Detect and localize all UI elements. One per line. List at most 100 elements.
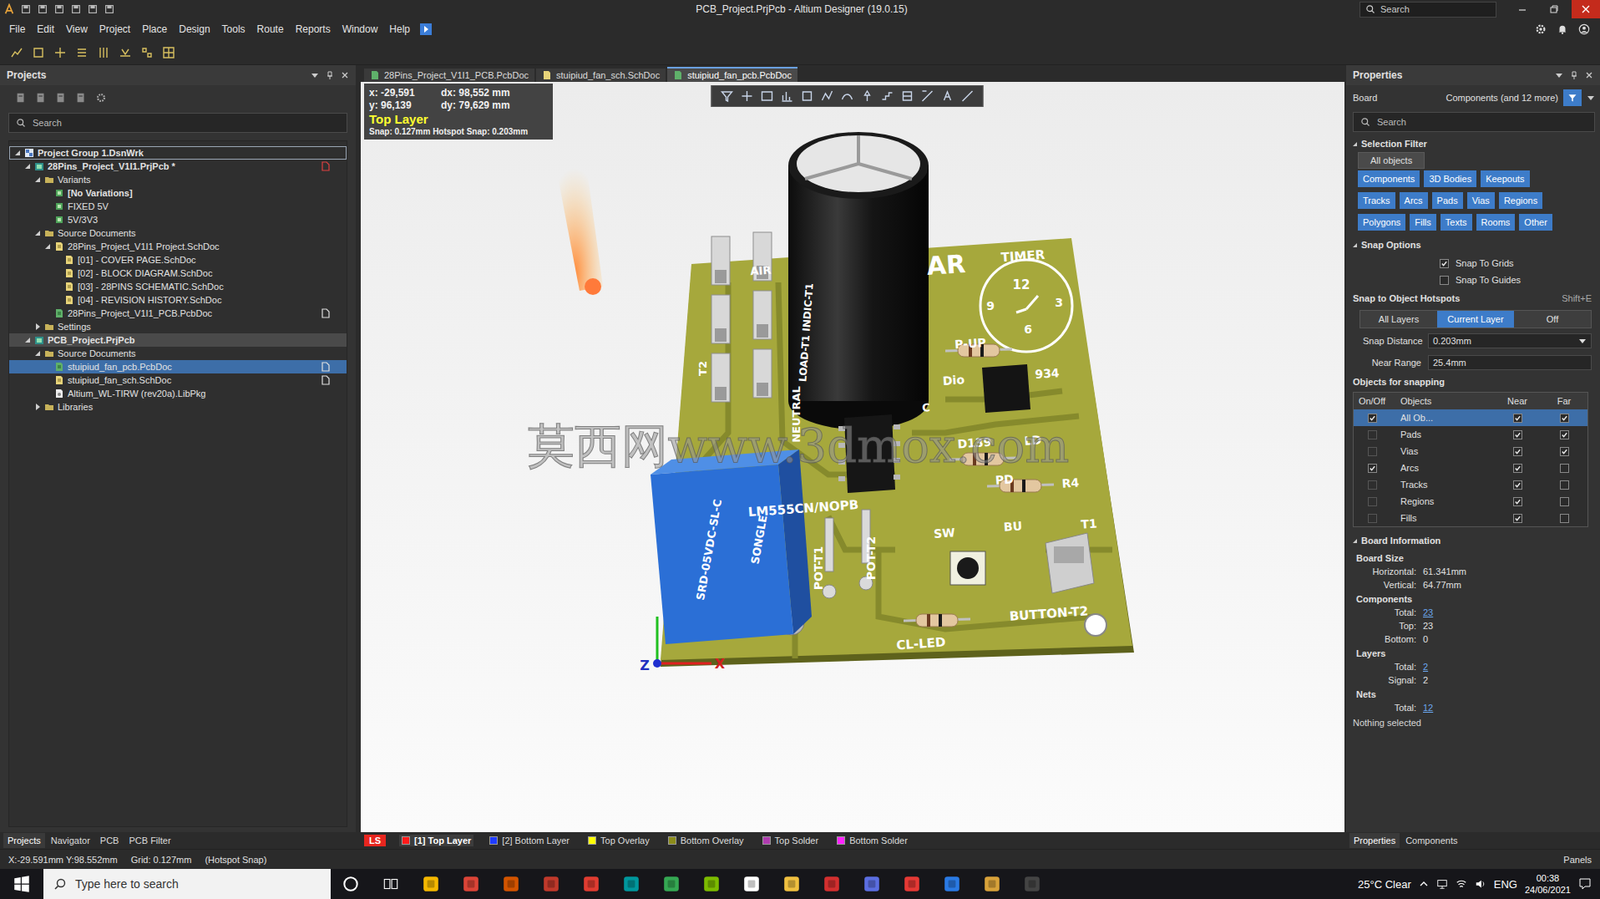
far-checkbox[interactable] <box>1559 413 1570 423</box>
quick-access-icon[interactable] <box>36 3 49 16</box>
far-checkbox[interactable] <box>1559 446 1570 456</box>
expand-toggle[interactable] <box>14 149 21 157</box>
toolbar-icon[interactable] <box>53 45 67 60</box>
active-bar-icon[interactable] <box>880 89 894 103</box>
bell-icon[interactable] <box>1556 23 1569 36</box>
near-checkbox[interactable] <box>1513 513 1523 523</box>
run-icon[interactable] <box>419 22 433 36</box>
expand-toggle[interactable] <box>24 162 31 170</box>
active-bar-icon[interactable] <box>800 89 814 103</box>
document-tab[interactable]: stuipiud_fan_sch.SchDoc <box>536 68 666 82</box>
tray-arrow-icon[interactable] <box>1418 878 1429 889</box>
expand-toggle[interactable] <box>44 216 51 223</box>
active-bar-icon[interactable] <box>900 89 914 103</box>
document-tool-icon[interactable] <box>15 91 27 104</box>
pcb-board[interactable]: ARTIMER12369P-UPDio934D139LDPDR4LM555CN/… <box>360 81 1345 832</box>
pin-icon[interactable] <box>325 70 335 80</box>
layer-tab[interactable]: [2] Bottom Layer <box>486 834 573 846</box>
document-tab[interactable]: 28Pins_Project_V1I1_PCB.PcbDoc <box>364 68 535 82</box>
active-bar-icon[interactable] <box>920 89 934 103</box>
expand-toggle[interactable] <box>34 176 41 183</box>
network-icon[interactable] <box>1436 877 1449 890</box>
menu-item[interactable]: Window <box>336 20 385 38</box>
menu-item[interactable]: Project <box>93 20 137 38</box>
expand-toggle[interactable] <box>44 309 51 317</box>
cortana-icon[interactable] <box>330 874 371 893</box>
near-checkbox[interactable] <box>1513 480 1523 490</box>
expand-toggle[interactable] <box>44 243 51 250</box>
section-header[interactable]: Snap Options <box>1352 234 1600 255</box>
toolbar-icon[interactable] <box>162 45 176 60</box>
filter-toggle[interactable]: Polygons <box>1357 213 1406 231</box>
tree-item[interactable]: Libraries <box>9 400 347 414</box>
tree-item[interactable]: PCB_Project.PrjPcb <box>9 333 347 347</box>
tree-item[interactable]: FIXED 5V <box>9 199 347 213</box>
taskbar-search[interactable]: Type here to search <box>43 868 331 899</box>
panels-button[interactable]: Panels <box>1563 854 1592 865</box>
on-checkbox[interactable] <box>1367 430 1378 440</box>
app-icon[interactable] <box>891 874 932 893</box>
close-panel-icon[interactable] <box>1584 70 1594 80</box>
panel-tab[interactable]: PCB <box>96 832 124 848</box>
tree-item[interactable]: stuipiud_fan_sch.SchDoc <box>9 373 347 387</box>
filter-toggle[interactable]: Keepouts <box>1480 170 1530 188</box>
tree-item[interactable]: Source Documents <box>9 226 347 240</box>
expand-toggle[interactable] <box>44 389 51 397</box>
expand-toggle[interactable] <box>44 376 51 384</box>
filter-toggle[interactable]: 3D Bodies <box>1423 170 1477 188</box>
layer-tab[interactable]: Bottom Overlay <box>665 834 747 846</box>
near-checkbox[interactable] <box>1513 413 1523 423</box>
gear-icon[interactable] <box>1534 23 1547 36</box>
section-header[interactable]: Selection Filter <box>1352 133 1600 154</box>
expand-toggle[interactable] <box>34 403 41 411</box>
quick-access-icon[interactable] <box>20 3 32 16</box>
app-icon[interactable] <box>931 874 973 893</box>
active-bar-icon[interactable] <box>960 89 974 103</box>
menu-item[interactable]: Help <box>383 20 416 38</box>
app-icon[interactable] <box>410 874 451 893</box>
on-checkbox[interactable] <box>1367 480 1378 490</box>
tree-item[interactable]: [01] - COVER PAGE.SchDoc <box>9 253 347 267</box>
active-bar-icon[interactable] <box>739 89 754 103</box>
quick-access-icon[interactable] <box>53 3 66 16</box>
active-bar-icon[interactable] <box>940 89 954 103</box>
pcb-3d-view[interactable]: ARTIMER12369P-UPDio934D139LDPDR4LM555CN/… <box>360 81 1345 832</box>
tree-item[interactable]: Source Documents <box>9 346 347 360</box>
far-checkbox[interactable] <box>1559 480 1570 490</box>
task-view-icon[interactable] <box>370 874 411 893</box>
clock[interactable]: 00:3824/06/2021 <box>1524 871 1571 896</box>
on-checkbox[interactable] <box>1367 496 1378 507</box>
pin-icon[interactable] <box>1569 70 1579 80</box>
tree-item[interactable]: [04] - REVISION HISTORY.SchDoc <box>9 293 347 307</box>
on-checkbox[interactable] <box>1367 446 1378 456</box>
toolbar-icon[interactable] <box>10 45 24 60</box>
far-checkbox[interactable] <box>1559 513 1570 523</box>
quick-access-icon[interactable] <box>86 3 99 16</box>
field-input[interactable]: 25.4mm <box>1427 354 1592 370</box>
tree-item[interactable]: 28Pins_Project_V1I1_PCB.PcbDoc <box>9 306 347 320</box>
expand-toggle[interactable] <box>34 323 41 330</box>
filter-toggle[interactable]: Components <box>1357 170 1420 188</box>
tree-item[interactable]: Project Group 1.DsnWrk <box>9 146 347 160</box>
checkbox[interactable] <box>1439 275 1449 285</box>
expand-toggle[interactable] <box>54 256 61 264</box>
tree-item[interactable]: Altium_WL-TIRW (rev20a).LibPkg <box>9 386 347 400</box>
active-bar-icon[interactable] <box>779 89 794 103</box>
document-tab[interactable]: stuipiud_fan_pcb.PcbDoc <box>667 66 798 82</box>
filter-button[interactable] <box>1563 89 1582 107</box>
app-icon[interactable] <box>611 874 652 893</box>
tree-item[interactable]: stuipiud_fan_pcb.PcbDoc <box>9 359 347 374</box>
on-checkbox[interactable] <box>1367 513 1378 523</box>
notifications-icon[interactable] <box>1578 876 1592 891</box>
menu-item[interactable]: Tools <box>216 20 252 38</box>
toolbar-icon[interactable] <box>31 45 46 60</box>
layer-tab[interactable]: Top Solder <box>759 834 822 846</box>
expand-toggle[interactable] <box>34 349 41 357</box>
tree-item[interactable]: 28Pins_Project_V1I1 Project.SchDoc <box>9 239 347 254</box>
checkbox-row[interactable]: Snap To Grids <box>1352 254 1600 272</box>
filter-toggle[interactable]: Pads <box>1432 192 1464 209</box>
restore-icon[interactable] <box>1539 0 1569 19</box>
active-bar-icon[interactable] <box>759 89 774 103</box>
near-checkbox[interactable] <box>1513 446 1523 456</box>
toolbar-icon[interactable] <box>96 45 111 60</box>
